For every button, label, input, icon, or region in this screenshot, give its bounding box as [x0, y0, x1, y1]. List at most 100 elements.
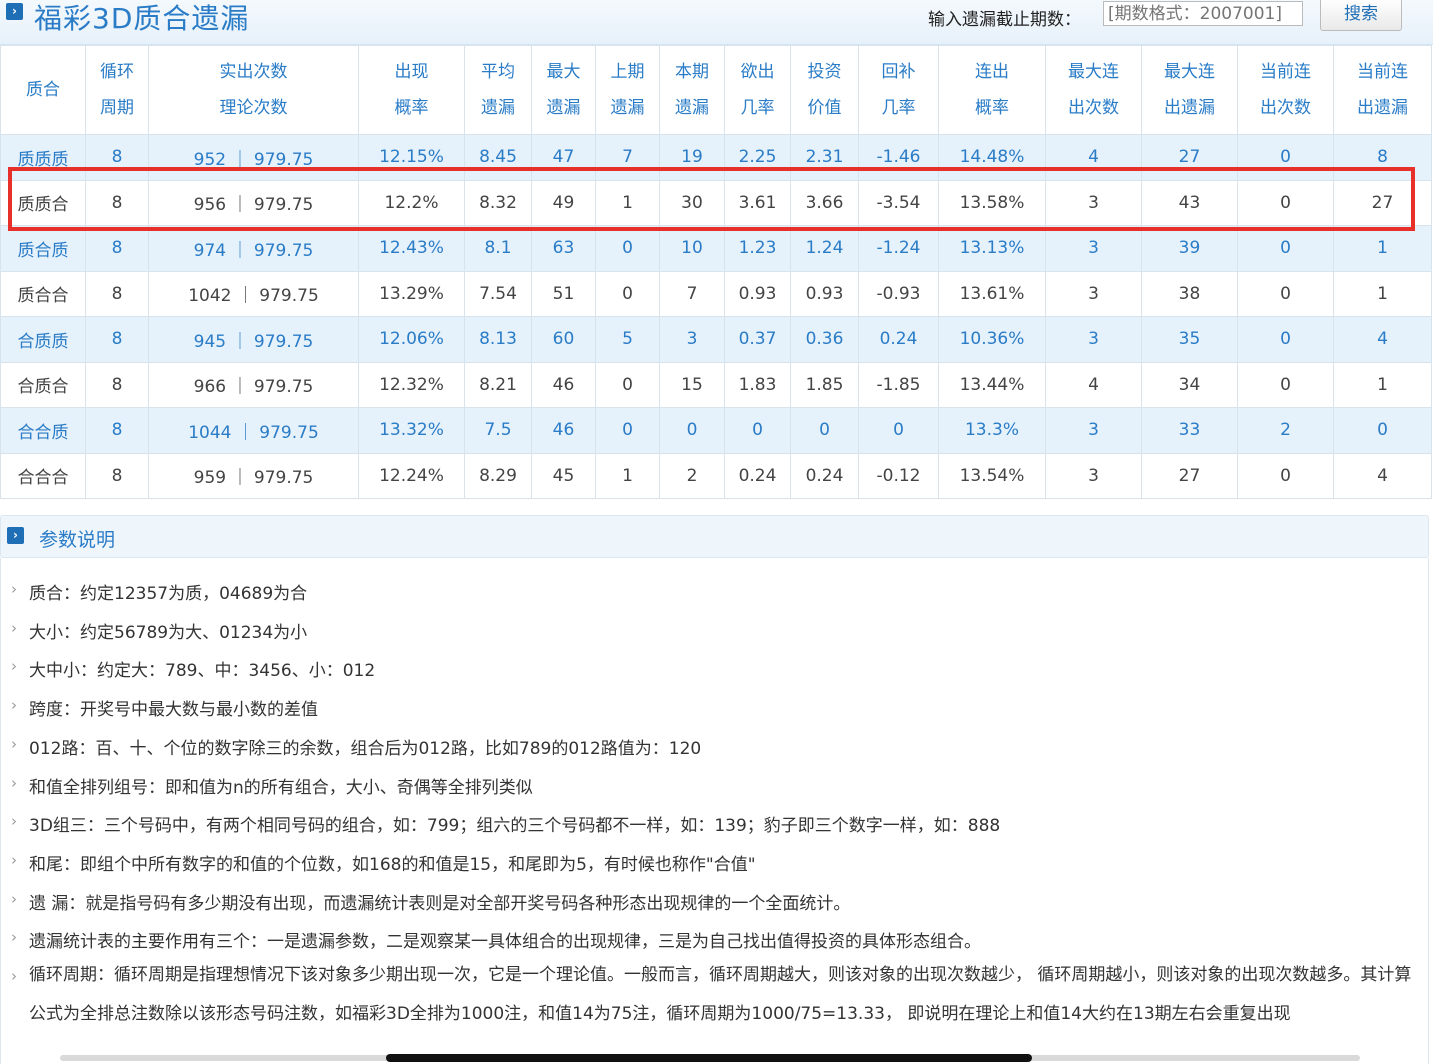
table-cell: -1.24 — [858, 225, 939, 272]
column-header-line1: 上期 — [610, 62, 645, 82]
table-cell: 0 — [1237, 361, 1334, 408]
column-header-line1: 欲出 — [740, 62, 775, 82]
column-header: 回补 几率 — [858, 45, 939, 135]
table-cell: 12.43% — [358, 225, 465, 272]
table-cell: 12.32% — [358, 361, 465, 408]
table-cell: 12.2% — [358, 179, 465, 226]
column-header: 本期 遗漏 — [659, 45, 725, 135]
param-note: 遗漏统计表的主要作用有三个：一是遗漏参数，二是观察某一具体组合的出现规律，三是为… — [29, 932, 981, 953]
table-cell: 2.31 — [790, 134, 859, 181]
table-cell: 3 — [1045, 407, 1142, 454]
table-cell: 8 — [85, 179, 149, 226]
table-cell: 4 — [1045, 134, 1142, 181]
column-header-line1: 最大 — [546, 62, 581, 82]
table-cell: -0.12 — [858, 452, 939, 499]
table-cell: 1.24 — [790, 225, 859, 272]
column-header-line2: 遗漏 — [675, 98, 709, 118]
chevron-right-icon: › — [11, 618, 17, 637]
table-cell: 47 — [531, 134, 596, 181]
table-cell: 2.25 — [724, 134, 791, 181]
table-cell: 3 — [1045, 452, 1142, 499]
column-header-line1: 循环 — [100, 62, 134, 82]
column-header-line1: 当前连 — [1357, 62, 1408, 82]
chevron-right-icon: › — [11, 967, 17, 985]
table-cell: 952 ｜ 979.75 — [148, 134, 359, 181]
table-cell: 1044 ｜ 979.75 — [148, 407, 359, 454]
column-header-line2: 几率 — [881, 98, 916, 118]
param-note: 和值全排列组号：即和值为n的所有组合，大小、奇偶等全排列类似 — [29, 777, 533, 798]
table-cell: 0.93 — [724, 270, 791, 317]
chevron-right-icon: › — [11, 812, 17, 831]
table-cell: 46 — [531, 407, 596, 454]
params-header: › 参数说明 — [0, 515, 1429, 558]
top-bar: › 福彩3D质合遗漏 输入遗漏截止期数： 搜索 — [0, 0, 1433, 45]
column-header: 出现 概率 — [358, 45, 465, 135]
column-header-line1: 出现 — [394, 62, 429, 82]
param-note: 大中小：约定大：789、中：3456、小：012 — [29, 661, 376, 682]
params-body: › 质合：约定12357为质，04689为合 › 大小：约定56789为大、01234… — [0, 558, 1429, 1064]
table-cell: 945 ｜ 979.75 — [148, 316, 359, 363]
omission-table: 质合 循环 周期 实出次数 理论次数 出现 概率 平均 遗漏 最大 遗漏 上期 遗漏 本期 遗漏 欲出 几率 投资… — [0, 45, 1432, 499]
param-note: 跨度：开奖号中最大数与最小数的差值 — [29, 700, 318, 721]
table-cell: 4 — [1333, 452, 1432, 499]
table-cell: 12.15% — [358, 134, 465, 181]
table-cell: 13.61% — [938, 270, 1046, 317]
table-cell: 7 — [659, 270, 725, 317]
table-cell: 0 — [1237, 270, 1334, 317]
table-cell: 12.06% — [358, 316, 465, 363]
table-cell: 0.37 — [724, 316, 791, 363]
column-header-line2: 出遗漏 — [1357, 98, 1408, 118]
column-header-line2: 概率 — [975, 98, 1009, 118]
params-title: 参数说明 — [39, 529, 116, 551]
column-header: 最大连 出遗漏 — [1141, 45, 1238, 135]
column-header-line2: 遗漏 — [481, 98, 515, 118]
table-cell: 959 ｜ 979.75 — [148, 452, 359, 499]
search-input[interactable] — [1103, 1, 1303, 26]
table-cell: 质质合 — [0, 179, 86, 226]
horizontal-scrollbar-thumb[interactable] — [386, 1054, 1032, 1062]
table-cell: 43 — [1141, 179, 1238, 226]
page-title: 福彩3D质合遗漏 — [34, 2, 250, 35]
table-cell: 合合合 — [0, 452, 86, 499]
table-cell: 8 — [85, 407, 149, 454]
column-header-line1: 本期 — [675, 62, 709, 82]
table-cell: 0 — [595, 361, 660, 408]
column-header: 欲出 几率 — [724, 45, 791, 135]
table-body: 质质质 8 952 ｜ 979.75 12.15% 8.45 47 7 19 2.25 2.31-… — [0, 134, 1432, 499]
table-cell: 8.13 — [464, 316, 532, 363]
column-header-line1: 当前连 — [1260, 62, 1311, 82]
table-cell: 39 — [1141, 225, 1238, 272]
column-header: 质合 — [0, 45, 86, 135]
table-cell: 3 — [1045, 270, 1142, 317]
column-header: 实出次数 理论次数 — [148, 45, 359, 135]
table-cell: 0 — [1237, 134, 1334, 181]
table-cell: -0.93 — [858, 270, 939, 317]
table-header-row: 质合 循环 周期 实出次数 理论次数 出现 概率 平均 遗漏 最大 遗漏 上期 遗漏 本期 遗漏 欲出 几率 投资… — [0, 45, 1432, 135]
column-header-line2: 遗漏 — [610, 98, 645, 118]
chevron-right-icon: › — [11, 580, 17, 598]
column-header: 当前连 出遗漏 — [1333, 45, 1432, 135]
table-cell: 13.3% — [938, 407, 1046, 454]
column-header: 最大连 出次数 — [1045, 45, 1142, 135]
search-label: 输入遗漏截止期数： — [928, 10, 1081, 30]
param-note: 遗 漏：就是指号码有多少期没有出现，而遗漏统计表则是对全部开奖号码各种形态出现规… — [29, 893, 851, 914]
table-cell: 0 — [724, 407, 791, 454]
table-cell: 0 — [790, 407, 859, 454]
table-cell: 0 — [1237, 179, 1334, 226]
table-cell: 12.24% — [358, 452, 465, 499]
table-cell: 1 — [1333, 225, 1432, 272]
table-cell: 8.21 — [464, 361, 532, 408]
table-cell: 1.83 — [724, 361, 791, 408]
chevron-right-icon: › — [11, 889, 17, 908]
table-cell: 51 — [531, 270, 596, 317]
table-row: 质质质 8 952 ｜ 979.75 12.15% 8.45 47 7 19 2.25 2.31-… — [0, 134, 1432, 181]
table-cell: 3 — [1045, 225, 1142, 272]
table-cell: 1 — [595, 452, 660, 499]
table-cell: 19 — [659, 134, 725, 181]
column-header-line2: 出次数 — [1068, 98, 1119, 118]
table-cell: 合质合 — [0, 361, 86, 408]
table-cell: 8 — [85, 134, 149, 181]
table-cell: 974 ｜ 979.75 — [148, 225, 359, 272]
search-button[interactable]: 搜索 — [1320, 0, 1402, 31]
table-cell: 966 ｜ 979.75 — [148, 361, 359, 408]
